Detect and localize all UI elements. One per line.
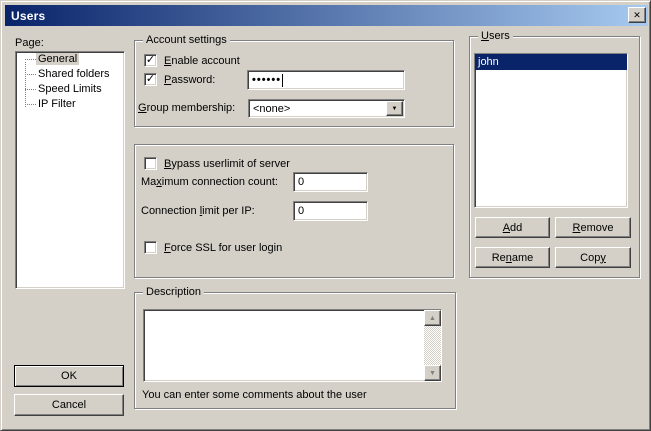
- vertical-scrollbar[interactable]: ▲ ▼: [424, 310, 441, 381]
- copy-button[interactable]: Copy: [555, 247, 631, 268]
- arrow-up-icon: ▲: [429, 315, 436, 322]
- scroll-down-button[interactable]: ▼: [424, 365, 441, 381]
- description-group-title: Description: [143, 286, 204, 298]
- password-checkbox[interactable]: ✓: [144, 73, 157, 86]
- page-item-general[interactable]: General: [16, 52, 124, 67]
- user-list-item[interactable]: john: [475, 54, 627, 70]
- account-settings-group-title: Account settings: [143, 34, 230, 46]
- close-button[interactable]: ✕: [628, 7, 646, 23]
- titlebar[interactable]: Users: [5, 5, 648, 26]
- bypass-userlimit-label[interactable]: Bypass userlimit of server: [164, 158, 290, 170]
- description-textarea[interactable]: ▲ ▼: [143, 309, 442, 382]
- arrow-down-icon: ▼: [429, 370, 436, 377]
- users-dialog: Users ✕ Page: General Shared folders Spe…: [0, 0, 651, 431]
- group-membership-value: <none>: [253, 103, 290, 115]
- force-ssl-row: Force SSL for user login: [144, 241, 282, 254]
- password-row: ✓ Password:: [144, 73, 215, 86]
- add-button[interactable]: Add: [475, 217, 550, 238]
- description-hint: You can enter some comments about the us…: [142, 389, 367, 401]
- ok-button[interactable]: OK: [14, 365, 124, 387]
- description-value[interactable]: [144, 310, 424, 381]
- page-item-shared-folders[interactable]: Shared folders: [16, 67, 124, 82]
- dropdown-button[interactable]: ▼: [386, 101, 403, 116]
- page-label: Page:: [15, 37, 44, 49]
- max-connection-count-input[interactable]: 0: [293, 172, 368, 192]
- window-title: Users: [11, 9, 45, 23]
- cancel-button[interactable]: Cancel: [14, 394, 124, 416]
- group-membership-label: Group membership:: [138, 102, 235, 114]
- text-caret: [282, 74, 283, 87]
- enable-account-checkbox[interactable]: ✓: [144, 54, 157, 67]
- users-group-title: Users: [478, 30, 513, 42]
- password-input[interactable]: ••••••: [247, 70, 405, 90]
- users-list[interactable]: john: [474, 53, 628, 208]
- scrollbar-track[interactable]: [424, 326, 441, 365]
- force-ssl-checkbox[interactable]: [144, 241, 157, 254]
- remove-button[interactable]: Remove: [555, 217, 631, 238]
- checkmark-icon: ✓: [146, 75, 155, 84]
- password-label[interactable]: Password:: [164, 74, 215, 86]
- chevron-down-icon: ▼: [392, 106, 398, 112]
- checkmark-icon: ✓: [146, 56, 155, 65]
- max-connection-count-label: Maximum connection count:: [141, 176, 278, 188]
- group-membership-select[interactable]: <none> ▼: [248, 99, 405, 118]
- scroll-up-button[interactable]: ▲: [424, 310, 441, 326]
- page-item-speed-limits[interactable]: Speed Limits: [16, 82, 124, 97]
- bypass-userlimit-row: Bypass userlimit of server: [144, 157, 290, 170]
- password-value: ••••••: [252, 74, 281, 86]
- connection-limit-per-ip-input[interactable]: 0: [293, 201, 368, 221]
- force-ssl-label[interactable]: Force SSL for user login: [164, 242, 282, 254]
- page-tree: General Shared folders Speed Limits IP F…: [15, 51, 125, 289]
- bypass-userlimit-checkbox[interactable]: [144, 157, 157, 170]
- enable-account-row: ✓ Enable account: [144, 54, 240, 67]
- close-icon: ✕: [633, 10, 641, 21]
- rename-button[interactable]: Rename: [475, 247, 550, 268]
- page-item-ip-filter[interactable]: IP Filter: [16, 97, 124, 112]
- connection-limit-per-ip-label: Connection limit per IP:: [141, 205, 255, 217]
- enable-account-label[interactable]: Enable account: [164, 55, 240, 67]
